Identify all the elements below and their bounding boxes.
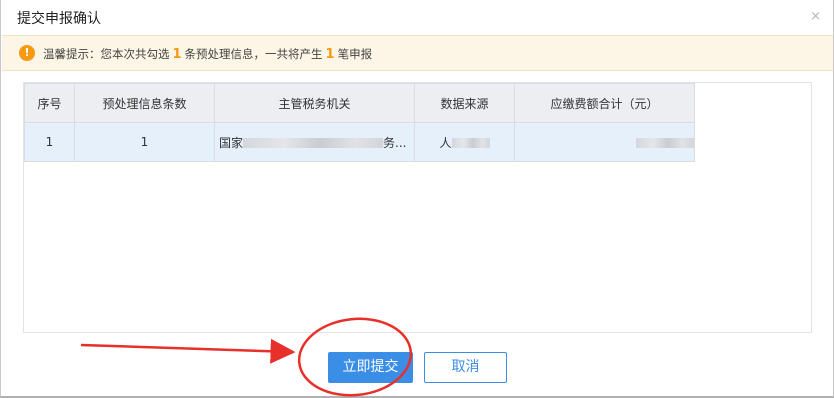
authority-start: 国家	[219, 135, 244, 150]
dialog-title: 提交申报确认	[17, 11, 101, 27]
notice-middle: 条预处理信息，一共将产生	[184, 47, 323, 61]
header-authority: 主管税务机关	[214, 83, 415, 123]
cell-amount	[514, 122, 695, 162]
cell-authority: 国家 务...	[214, 122, 415, 162]
notice-suffix: 笔申报	[337, 47, 373, 61]
table-header-row: 序号 预处理信息条数 主管税务机关 数据来源 应缴费额合计（元）	[24, 83, 695, 123]
selected-count: 1	[172, 47, 182, 62]
redacted-block	[636, 137, 694, 148]
header-count: 预处理信息条数	[74, 83, 215, 123]
cell-source: 人	[414, 122, 515, 162]
table-panel: 序号 预处理信息条数 主管税务机关 数据来源 应缴费额合计（元） 1 1 国家 务…	[23, 82, 812, 333]
notice-text: 温馨提示：您本次共勾选 1 条预处理信息，一共将产生 1 笔申报	[43, 46, 372, 62]
header-amount: 应缴费额合计（元）	[514, 83, 695, 123]
redacted-block	[451, 138, 490, 148]
notice-bar: ! 温馨提示：您本次共勾选 1 条预处理信息，一共将产生 1 笔申报	[2, 35, 833, 71]
header-source: 数据来源	[414, 83, 515, 123]
submit-now-button[interactable]: 立即提交	[328, 352, 413, 383]
cell-index: 1	[24, 122, 75, 162]
table-row[interactable]: 1 1 国家 务... 人	[24, 122, 695, 162]
source-start: 人	[439, 135, 452, 150]
redacted-block	[243, 138, 384, 148]
close-icon[interactable]: ×	[810, 9, 821, 24]
declaration-table: 序号 预处理信息条数 主管税务机关 数据来源 应缴费额合计（元） 1 1 国家 务…	[24, 83, 695, 162]
cell-count: 1	[74, 122, 215, 162]
submit-confirm-dialog: 提交申报确认 × ! 温馨提示：您本次共勾选 1 条预处理信息，一共将产生 1 笔申报 …	[0, 0, 834, 398]
annotation-arrow	[80, 338, 296, 364]
notice-prefix: 温馨提示：您本次共勾选	[43, 47, 170, 61]
filing-count: 1	[325, 47, 335, 62]
authority-end: 务...	[383, 135, 407, 150]
header-index: 序号	[24, 83, 75, 123]
cancel-button[interactable]: 取消	[424, 352, 507, 383]
warning-icon: !	[19, 45, 35, 61]
